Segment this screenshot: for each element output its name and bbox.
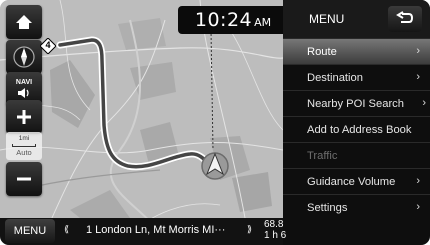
speaker-icon — [18, 88, 29, 98]
double-chevron-right-icon: ⟫ — [247, 224, 252, 234]
menu-item-label: Destination — [307, 71, 363, 84]
menu-item-destination[interactable]: Destination › — [283, 64, 430, 90]
clock-ampm: AM — [254, 16, 272, 29]
menu-item-settings[interactable]: Settings › — [283, 194, 430, 220]
back-button[interactable] — [388, 6, 422, 32]
chevron-right-icon: › — [422, 97, 426, 109]
zoom-in-button[interactable] — [6, 100, 42, 134]
menu-title: MENU — [309, 12, 345, 26]
menu-item-guidance-volume[interactable]: Guidance Volume › — [283, 168, 430, 194]
scale-value: 1mi — [18, 135, 30, 142]
compass-icon — [13, 46, 35, 68]
menu-item-nearby-poi-search[interactable]: Nearby POI Search › — [283, 90, 430, 116]
chevron-right-icon: › — [416, 45, 420, 57]
menu-item-traffic: Traffic — [283, 142, 430, 168]
menu-item-route[interactable]: Route › — [283, 38, 430, 64]
menu-item-label: Nearby POI Search — [307, 97, 405, 110]
clock-time: 10:24 — [194, 9, 253, 31]
navigation-screen: 10:24 AM 4 NAVI 1mi Auto MENU Route › De… — [0, 0, 430, 245]
menu-item-label: Route — [307, 45, 337, 58]
scale-bar — [12, 144, 36, 147]
home-icon — [16, 15, 32, 29]
distance-readout: 68.8 1 h 6 — [264, 219, 286, 241]
compass-marker-label: 4 — [45, 40, 51, 50]
chevron-right-icon: › — [416, 175, 420, 187]
distance-value: 68.8 — [264, 219, 284, 230]
compass-button[interactable] — [6, 40, 42, 74]
chevron-right-icon: › — [416, 71, 420, 83]
menu-item-add-to-address-book[interactable]: Add to Address Book — [283, 116, 430, 142]
chevron-right-icon: › — [416, 201, 420, 213]
current-street: 1 London Ln, Mt Morris MI··· — [86, 224, 226, 236]
clock: 10:24 AM — [178, 6, 288, 34]
menu-item-label: Traffic — [307, 149, 338, 162]
navi-label: NAVI — [15, 79, 33, 86]
menu-item-label: Add to Address Book — [307, 123, 412, 136]
compass-marker: 4 — [39, 37, 57, 55]
current-position-icon — [201, 152, 229, 180]
menu-button[interactable]: MENU — [5, 219, 55, 243]
double-chevron-left-icon: ⟪ — [64, 224, 69, 234]
distance-time: 1 h 6 — [264, 230, 286, 241]
menu-header: MENU — [283, 0, 430, 38]
menu-item-label: Guidance Volume — [307, 175, 396, 188]
minus-icon — [17, 177, 31, 181]
scale-mode: Auto — [16, 148, 32, 157]
back-arrow-icon — [396, 11, 414, 23]
menu-list: Route › Destination › Nearby POI Search … — [283, 38, 430, 220]
zoom-out-button[interactable] — [6, 162, 42, 196]
plus-icon — [17, 110, 31, 124]
menu-item-label: Settings — [307, 201, 348, 214]
map-scale: 1mi Auto — [6, 132, 42, 160]
menu-button-label: MENU — [13, 225, 47, 237]
home-button[interactable] — [6, 5, 42, 39]
